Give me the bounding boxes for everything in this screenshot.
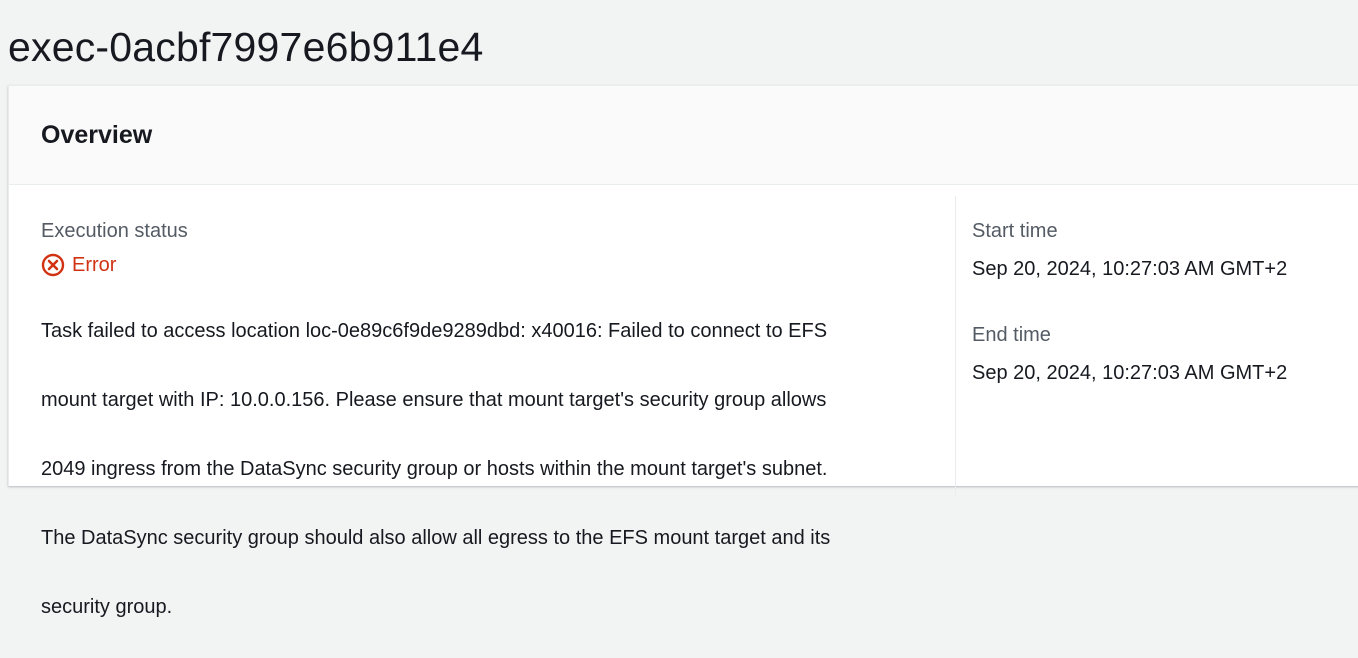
status-badge: Error xyxy=(41,251,941,279)
overview-heading: Overview xyxy=(41,121,153,149)
execution-status-section: Execution status Error Task failed to ac… xyxy=(41,217,941,658)
page-title: exec-0acbf7997e6b911e4 xyxy=(8,24,484,71)
execution-status-label: Execution status xyxy=(41,220,188,242)
column-divider xyxy=(955,196,956,496)
error-message: Task failed to access location loc-0e89c… xyxy=(41,280,941,658)
error-message-line: 2049 ingress from the DataSync security … xyxy=(41,458,828,481)
error-message-line: security group. xyxy=(41,595,173,618)
start-time-group: Start time Sep 20, 2024, 10:27:03 AM GMT… xyxy=(972,217,1352,283)
timing-section: Start time Sep 20, 2024, 10:27:03 AM GMT… xyxy=(972,217,1352,387)
error-message-line: The DataSync security group should also … xyxy=(41,526,831,549)
error-message-line: Task failed to access location loc-0e89c… xyxy=(41,320,828,343)
start-time-value: Sep 20, 2024, 10:27:03 AM GMT+2 xyxy=(972,258,1288,280)
overview-panel-header: Overview xyxy=(9,86,1358,185)
start-time-label: Start time xyxy=(972,220,1058,242)
error-icon xyxy=(41,253,65,277)
status-text: Error xyxy=(72,254,117,276)
error-message-line: mount target with IP: 10.0.0.156. Please… xyxy=(41,389,827,412)
end-time-label: End time xyxy=(972,324,1051,346)
end-time-value: Sep 20, 2024, 10:27:03 AM GMT+2 xyxy=(972,362,1288,384)
overview-panel: Overview Execution status Error Task fai… xyxy=(8,85,1358,618)
end-time-group: End time Sep 20, 2024, 10:27:03 AM GMT+2 xyxy=(972,321,1352,387)
